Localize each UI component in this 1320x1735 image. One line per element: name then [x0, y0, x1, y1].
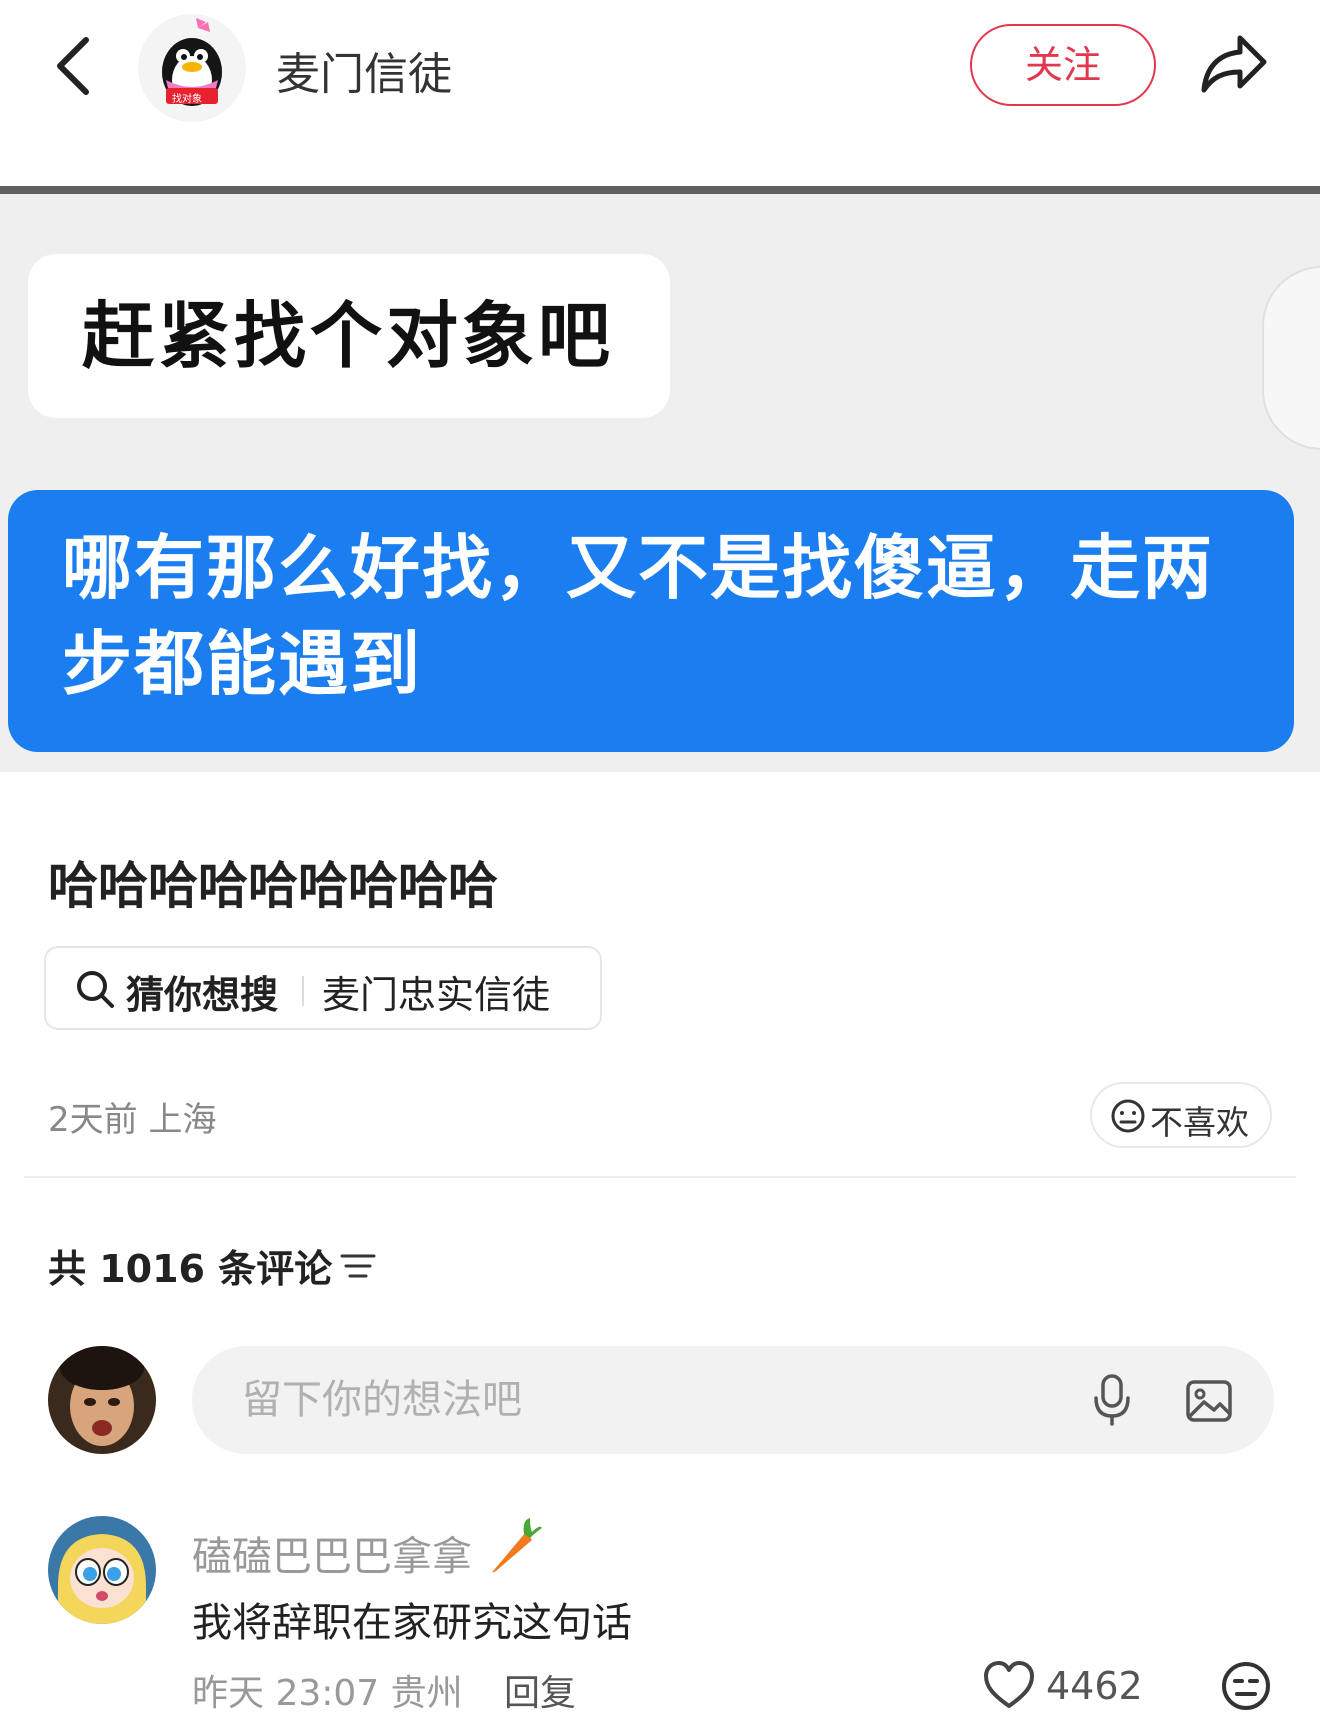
penguin-avatar-icon — [162, 18, 222, 106]
sort-lines-icon[interactable] — [338, 1248, 378, 1284]
chat-bubble-received: 赶紧找个对象吧 — [28, 254, 670, 418]
avatar-badge-text: 找对象 — [172, 94, 202, 105]
share-arrow-icon — [1201, 35, 1267, 93]
post-meta: 2天前 上海 — [48, 1100, 217, 1140]
chip-divider — [302, 976, 304, 1006]
carrot-icon — [492, 1518, 542, 1573]
back-button[interactable] — [48, 30, 100, 102]
chat-bubble-line-2: 步都能遇到 — [62, 623, 422, 705]
search-chip-query: 麦门忠实信徒 — [322, 973, 551, 1017]
author-name[interactable]: 麦门信徒 — [276, 38, 452, 102]
user-face-avatar-icon — [48, 1346, 156, 1454]
dislike-label: 不喜欢 — [1150, 1103, 1249, 1142]
suggested-search-chip[interactable]: 猜你想搜 麦门忠实信徒 — [44, 946, 602, 1030]
dislike-button[interactable]: 不喜欢 — [1090, 1082, 1272, 1148]
reply-button[interactable]: 回复 — [504, 1664, 576, 1716]
emoji-face-icon[interactable] — [1220, 1660, 1272, 1712]
chat-bubble-line-1: 哪有那么好找，又不是找傻逼，走两 — [62, 527, 1214, 609]
my-avatar[interactable] — [48, 1346, 156, 1454]
share-button[interactable] — [1196, 28, 1272, 100]
commenter-avatar[interactable] — [48, 1516, 156, 1624]
neutral-face-icon — [1111, 1099, 1145, 1133]
image-icon[interactable] — [1184, 1376, 1234, 1426]
author-avatar[interactable]: 找对象 — [138, 14, 246, 122]
follow-button[interactable]: 关注 — [970, 24, 1156, 106]
cartoon-girl-avatar-icon — [48, 1516, 156, 1624]
post-image[interactable]: 赶紧找个对象吧 哪有那么好找，又不是找傻逼，走两 步都能遇到 — [0, 186, 1320, 772]
chat-bubble-sent: 哪有那么好找，又不是找傻逼，走两 步都能遇到 — [8, 490, 1294, 752]
like-count: 4462 — [1046, 1664, 1143, 1708]
search-chip-label: 猜你想搜 — [126, 973, 279, 1017]
heart-icon[interactable] — [982, 1660, 1036, 1710]
chevron-left-icon — [57, 37, 89, 95]
post-title: 哈哈哈哈哈哈哈哈哈 — [48, 857, 498, 915]
top-bar: 找对象 麦门信徒 关注 — [0, 0, 1320, 182]
comments-count-heading: 共 1016 条评论 — [48, 1247, 333, 1291]
comment-text: 我将辞职在家研究这句话 — [192, 1600, 632, 1646]
partial-avatar — [1262, 266, 1320, 450]
commenter-name[interactable]: 磕磕巴巴巴拿拿 — [192, 1524, 472, 1582]
image-top-edge — [0, 186, 1320, 194]
section-divider — [24, 1176, 1296, 1178]
search-icon — [77, 971, 114, 1008]
microphone-icon[interactable] — [1090, 1372, 1134, 1428]
comment-time-location: 昨天 23:07 贵州 — [192, 1673, 463, 1714]
